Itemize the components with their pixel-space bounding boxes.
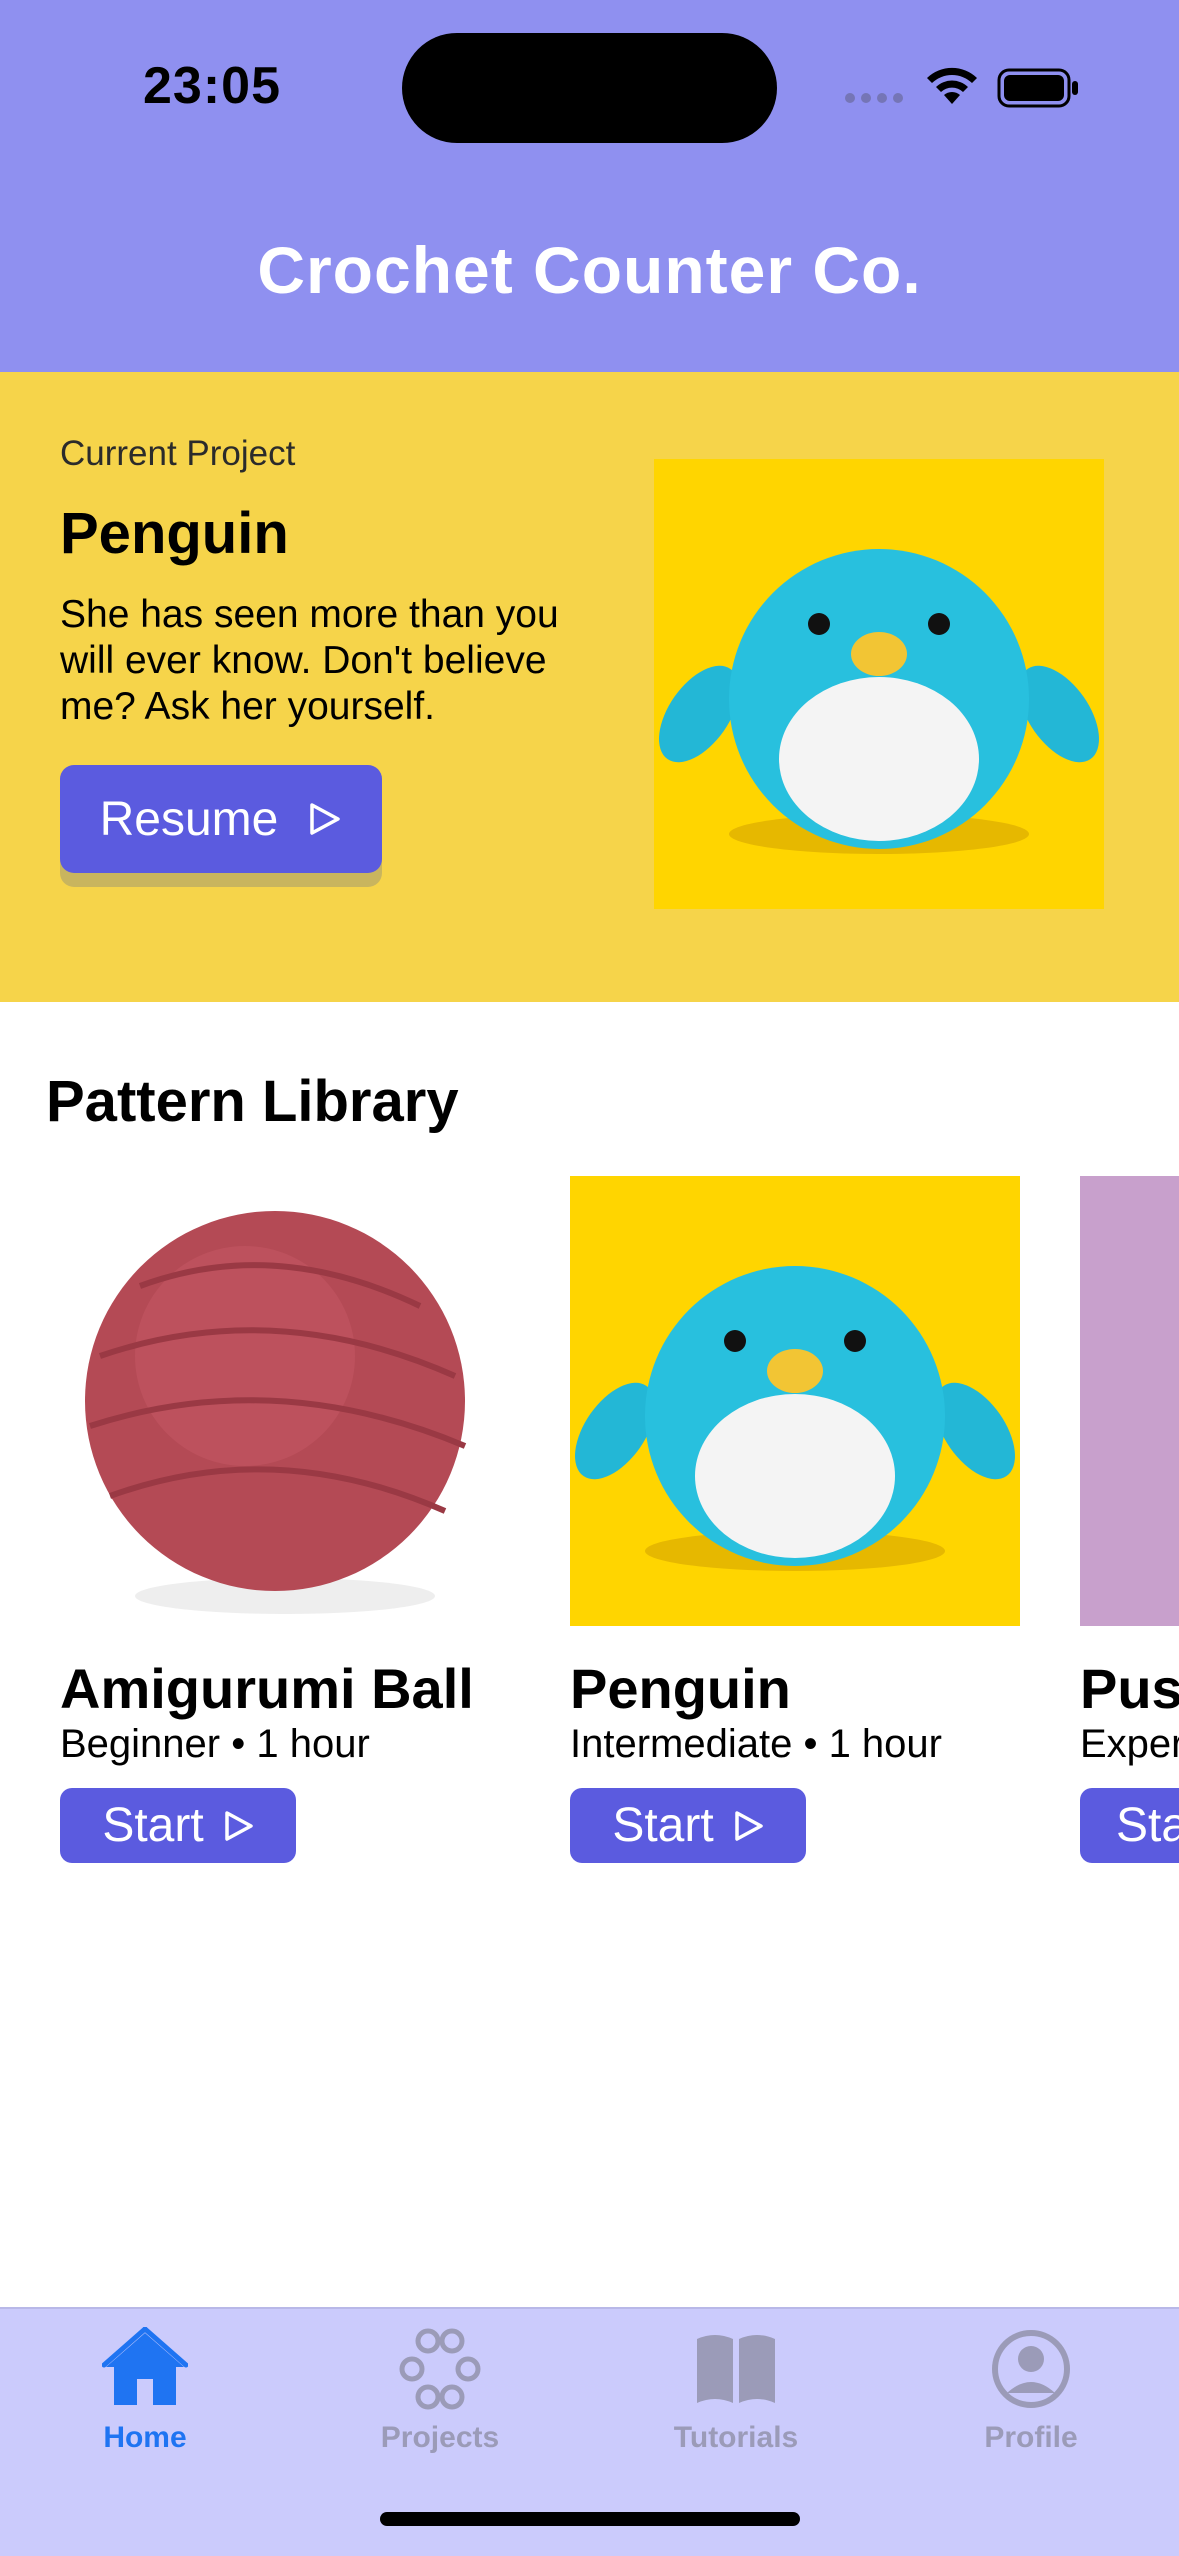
- home-indicator[interactable]: [380, 2512, 800, 2526]
- tab-tutorials[interactable]: Tutorials: [636, 2327, 836, 2455]
- pattern-card-title: Penguin: [570, 1657, 791, 1720]
- battery-icon: [997, 68, 1078, 108]
- pattern-card-meta: Exper: [1080, 1722, 1179, 1766]
- pattern-card-amigurumi-ball[interactable]: Amigurumi Ball Beginner • 1 hour Start: [60, 1176, 510, 1863]
- app-header: 23:05 Crochet Counter Co.: [0, 0, 1179, 372]
- tab-home[interactable]: Home: [45, 2327, 245, 2455]
- current-project-card: Current Project Penguin She has seen mor…: [0, 372, 1179, 1002]
- app-screen: 23:05 Crochet Counter Co. Current Projec…: [0, 0, 1179, 2556]
- tab-label: Projects: [380, 2421, 500, 2454]
- pattern-card-meta: Beginner • 1 hour: [60, 1722, 370, 1766]
- play-outline-icon: [224, 1810, 253, 1841]
- cellular-signal-icon: [845, 93, 905, 105]
- play-outline-icon: [734, 1810, 763, 1841]
- status-time: 23:05: [143, 57, 281, 115]
- current-project-label: Current Project: [60, 434, 296, 473]
- start-button-label: Start: [102, 1799, 204, 1852]
- dynamic-island: [402, 33, 777, 143]
- pattern-card-image: [570, 1176, 1020, 1626]
- penguin-amigurumi-image: [654, 459, 1104, 909]
- wifi-icon: [927, 67, 977, 104]
- pattern-card-partial[interactable]: Pus Exper Sta: [1080, 1176, 1179, 1863]
- current-project-description: She has seen more than you will ever kno…: [60, 593, 559, 728]
- book-icon: [697, 2335, 775, 2403]
- tab-label: Tutorials: [673, 2421, 799, 2454]
- tab-projects[interactable]: Projects: [340, 2327, 540, 2455]
- start-button[interactable]: Sta: [1080, 1788, 1179, 1863]
- crochet-ball-image: [60, 1176, 510, 1626]
- current-project-image: [654, 459, 1104, 909]
- play-outline-icon: [310, 803, 341, 835]
- tab-label: Home: [103, 2421, 187, 2454]
- pattern-card-image: [60, 1176, 510, 1626]
- pattern-card-meta: Intermediate • 1 hour: [570, 1722, 942, 1766]
- pattern-card-title: Pus: [1080, 1657, 1179, 1720]
- tab-profile[interactable]: Profile: [931, 2327, 1131, 2455]
- tab-label: Profile: [984, 2421, 1078, 2454]
- start-button-label: Sta: [1116, 1799, 1179, 1852]
- start-button-label: Start: [612, 1799, 714, 1852]
- pattern-library-title: Pattern Library: [46, 1069, 459, 1134]
- penguin-amigurumi-image: [570, 1176, 1020, 1626]
- app-title: Crochet Counter Co.: [257, 233, 922, 307]
- circles-icon: [399, 2328, 481, 2410]
- pattern-card-penguin[interactable]: Penguin Intermediate • 1 hour Start: [570, 1176, 1020, 1863]
- start-button[interactable]: Start: [570, 1788, 806, 1863]
- person-circle-icon: [992, 2330, 1070, 2408]
- resume-button[interactable]: Resume: [60, 765, 382, 873]
- pattern-library-carousel[interactable]: Amigurumi Ball Beginner • 1 hour Start P…: [0, 1176, 1179, 1876]
- start-button[interactable]: Start: [60, 1788, 296, 1863]
- current-project-title: Penguin: [60, 501, 289, 566]
- pattern-card-title: Amigurumi Ball: [60, 1657, 474, 1720]
- resume-button-label: Resume: [99, 792, 279, 846]
- house-icon: [102, 2327, 188, 2405]
- pattern-card-image: [1080, 1176, 1179, 1626]
